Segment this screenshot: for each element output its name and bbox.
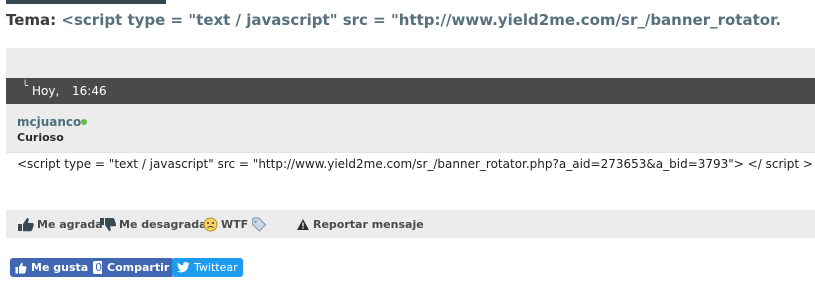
post-message: <script type = "text / javascript" src =… [17, 157, 813, 171]
tag-action[interactable] [251, 210, 270, 238]
post-actions-bar: Me agrada Me desagrada WTF Reportar mens… [6, 210, 815, 238]
thumbs-up-icon [18, 217, 34, 231]
report-post-label: Reportar mensaje [313, 217, 424, 231]
twitter-bird-icon [177, 262, 190, 273]
dislike-action[interactable]: Me desagrada [99, 210, 207, 238]
facebook-share-label: Compartir [107, 261, 170, 274]
wtf-action-label: WTF [221, 217, 249, 231]
thread-title: Tema: <script type = "text / javascript"… [6, 9, 815, 31]
facebook-like-label: Me gusta [31, 261, 89, 274]
thumbs-up-icon [15, 262, 27, 273]
twitter-tweet-button[interactable]: Twittear [172, 258, 243, 277]
confused-face-icon [203, 217, 218, 231]
post-marker-icon: ╰ [22, 81, 29, 92]
like-action[interactable]: Me agrada [17, 210, 103, 238]
post-time: 16:46 [72, 84, 107, 98]
facebook-share-button[interactable]: Compartir [102, 258, 175, 277]
thumbs-down-icon [100, 217, 116, 231]
like-action-label: Me agrada [37, 217, 103, 231]
thread-toolbar [6, 48, 815, 78]
wtf-action[interactable]: WTF [203, 210, 248, 238]
online-status-icon [81, 119, 87, 125]
twitter-tweet-label: Twittear [194, 261, 238, 274]
tag-icon [252, 217, 267, 232]
thread-title-label: Tema: [6, 11, 57, 29]
dislike-action-label: Me desagrada [119, 217, 207, 231]
post-body: <script type = "text / javascript" src =… [6, 152, 815, 210]
post-username[interactable]: mcjuanco [17, 115, 81, 129]
facebook-like-button[interactable]: Me gusta 0 [10, 258, 110, 277]
report-post-action[interactable]: Reportar mensaje [296, 210, 424, 238]
user-rank: Curioso [17, 131, 64, 144]
post-date-bar: ╰ Hoy, 16:46 [6, 78, 815, 104]
post-day: Hoy, [32, 84, 60, 98]
header-accent-strip [6, 0, 166, 4]
warning-icon [297, 218, 309, 230]
thread-title-text[interactable]: <script type = "text / javascript" src =… [61, 11, 781, 29]
post-author-header: mcjuanco Curioso [6, 104, 815, 152]
